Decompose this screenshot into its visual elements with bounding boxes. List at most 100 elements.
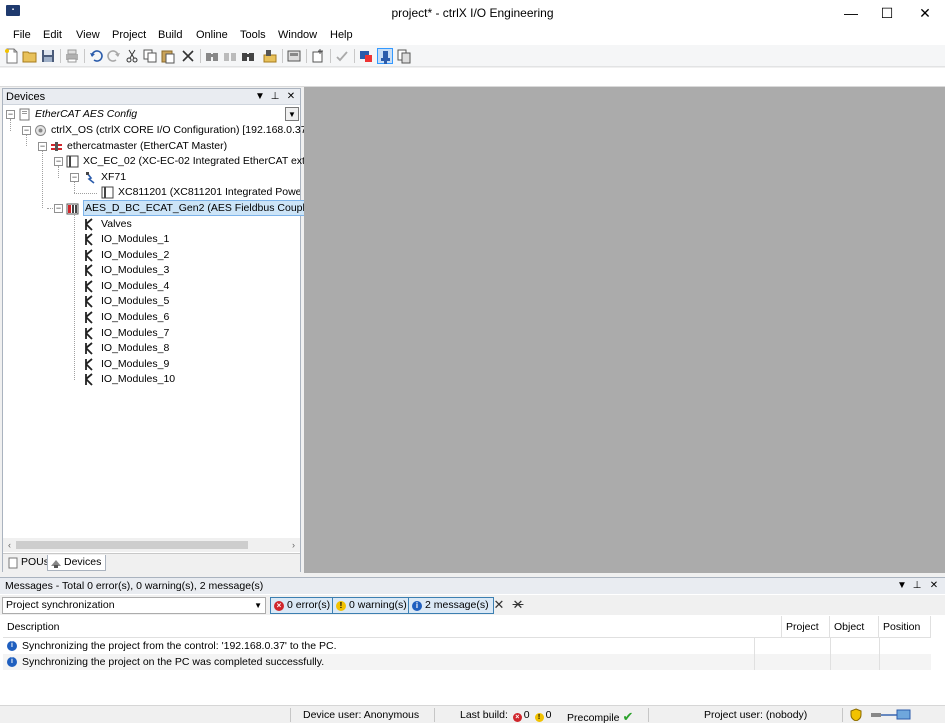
add-object-icon[interactable]	[310, 48, 326, 64]
devices-panel: Devices ▼ ⊥ ✕ ▼ − EtherCAT AES Config − …	[2, 88, 349, 572]
table-row[interactable]: i Synchronizing the project from the con…	[3, 638, 931, 654]
device-user-status: Device user: Anonymous	[303, 709, 420, 721]
scroll-right-icon[interactable]: ›	[287, 538, 300, 552]
compare-icon[interactable]	[396, 48, 412, 64]
delete-icon[interactable]	[180, 48, 196, 64]
tree-node-io-modules-6[interactable]: IO_Modules_6	[3, 310, 203, 325]
tree-node-valves[interactable]: Valves	[3, 217, 203, 232]
clear-all-messages-icon[interactable]: ✕	[510, 597, 526, 613]
messages-filter-button[interactable]: i 2 message(s)	[408, 597, 494, 614]
tree-node-io-modules-3[interactable]: IO_Modules_3	[3, 263, 203, 278]
ethercat-master-icon	[50, 140, 63, 153]
tree-node-io-modules-10[interactable]: IO_Modules_10	[3, 372, 203, 387]
minimize-button[interactable]: —	[832, 0, 870, 27]
tree-node-io-modules-7[interactable]: IO_Modules_7	[3, 326, 203, 341]
info-icon: i	[7, 641, 17, 651]
dropdown-arrow-icon[interactable]: ▼	[285, 107, 299, 121]
menu-project[interactable]: Project	[112, 29, 146, 41]
tree-node-io-modules-8[interactable]: IO_Modules_8	[3, 341, 203, 356]
tree-node-xc-ec-02[interactable]: − XC_EC_02 (XC-EC-02 Integrated EtherCAT…	[3, 154, 339, 169]
menu-file[interactable]: File	[13, 29, 31, 41]
build-icon[interactable]	[334, 48, 350, 64]
horizontal-scrollbar[interactable]: ‹ ›	[3, 538, 300, 552]
tab-pous[interactable]: POUs	[5, 555, 49, 571]
panel-close-icon[interactable]: ✕	[285, 90, 297, 103]
module-slot-icon	[83, 233, 96, 246]
security-shield-icon[interactable]	[850, 708, 862, 723]
save-icon[interactable]	[40, 48, 56, 64]
scroll-left-icon[interactable]: ‹	[3, 538, 16, 552]
tree-node-io-modules-4[interactable]: IO_Modules_4	[3, 279, 203, 294]
tree-node-xc811201[interactable]: XC811201 (XC811201 Integrated Power feed	[3, 185, 300, 200]
table-row[interactable]: i Synchronizing the project on the PC wa…	[3, 654, 931, 670]
connection-status-icon[interactable]	[870, 708, 912, 723]
panel-tabs: POUs Devices	[3, 553, 300, 572]
collapse-toggle[interactable]: −	[54, 157, 63, 166]
print-icon[interactable]	[64, 48, 80, 64]
redo-icon[interactable]	[106, 48, 122, 64]
menu-build[interactable]: Build	[158, 29, 182, 41]
copy-icon[interactable]	[142, 48, 158, 64]
cut-icon[interactable]	[124, 48, 140, 64]
checkmark-icon: ✔	[622, 709, 634, 723]
device-window-icon[interactable]	[286, 48, 302, 64]
fieldbus-coupler-icon	[66, 202, 79, 215]
tree-node-io-modules-1[interactable]: IO_Modules_1	[3, 232, 203, 247]
collapse-toggle[interactable]: −	[38, 142, 47, 151]
tree-node-ethercat-master[interactable]: − ethercatmaster (EtherCAT Master)	[3, 139, 293, 154]
menu-window[interactable]: Window	[278, 29, 317, 41]
close-window-button[interactable]: ✕	[906, 0, 944, 27]
tree-node-aes-coupler[interactable]: − AES_D_BC_ECAT_Gen2 (AES Fieldbus Coupl…	[3, 200, 349, 216]
collapse-toggle[interactable]: −	[70, 173, 79, 182]
module-slot-icon	[83, 373, 96, 386]
controller-icon	[34, 124, 47, 137]
undo-icon[interactable]	[88, 48, 104, 64]
new-project-icon[interactable]	[4, 48, 20, 64]
menu-online[interactable]: Online	[196, 29, 228, 41]
panel-close-icon[interactable]: ✕	[928, 579, 940, 592]
login-icon[interactable]	[358, 48, 374, 64]
scrollbar-thumb[interactable]	[16, 541, 248, 549]
tree-node-io-modules-2[interactable]: IO_Modules_2	[3, 248, 203, 263]
collapse-toggle[interactable]: −	[22, 126, 31, 135]
column-position[interactable]: Position	[879, 616, 931, 638]
find-next-icon[interactable]	[222, 48, 238, 64]
devices-panel-header: Devices ▼ ⊥ ✕	[3, 89, 300, 105]
column-project[interactable]: Project	[782, 616, 830, 638]
info-icon: i	[7, 657, 17, 667]
pin-icon[interactable]: ⊥	[269, 90, 281, 103]
online-mode-icon[interactable]	[377, 48, 393, 64]
info-icon: i	[412, 601, 422, 611]
messages-filter-bar: Project synchronization ▼ × 0 error(s) !…	[0, 595, 945, 615]
collapse-toggle[interactable]: −	[54, 204, 63, 213]
replace-icon[interactable]	[262, 48, 278, 64]
collapse-toggle[interactable]: −	[6, 110, 15, 119]
tree-node-xf71[interactable]: − XF71	[3, 170, 203, 185]
clear-messages-icon[interactable]: ✕	[491, 597, 507, 613]
open-project-icon[interactable]	[22, 48, 38, 64]
panel-menu-icon[interactable]: ▼	[254, 90, 266, 103]
errors-filter-button[interactable]: × 0 error(s)	[270, 597, 336, 614]
find-previous-icon[interactable]	[240, 48, 256, 64]
menu-view[interactable]: View	[76, 29, 100, 41]
pin-icon[interactable]: ⊥	[911, 579, 923, 592]
column-object[interactable]: Object	[830, 616, 879, 638]
tab-devices[interactable]: Devices	[47, 555, 107, 571]
tree-node-project[interactable]: − EtherCAT AES Config	[3, 107, 263, 122]
tree-node-ctrlx-os[interactable]: − ctrlX_OS (ctrlX CORE I/O Configuration…	[3, 123, 310, 138]
menu-help[interactable]: Help	[330, 29, 353, 41]
paste-icon[interactable]	[160, 48, 176, 64]
menu-tools[interactable]: Tools	[240, 29, 266, 41]
warnings-filter-button[interactable]: ! 0 warning(s)	[332, 597, 412, 614]
panel-menu-icon[interactable]: ▼	[896, 579, 908, 592]
find-icon[interactable]	[204, 48, 220, 64]
title-bar: ▪ project* - ctrlX I/O Engineering — ☐ ✕	[0, 0, 945, 27]
module-slot-icon	[83, 311, 96, 324]
menu-edit[interactable]: Edit	[43, 29, 62, 41]
tree-node-io-modules-9[interactable]: IO_Modules_9	[3, 357, 203, 372]
column-description[interactable]: Description	[3, 616, 782, 638]
messages-panel: Messages - Total 0 error(s), 0 warning(s…	[0, 577, 945, 705]
maximize-button[interactable]: ☐	[868, 0, 906, 27]
tree-node-io-modules-5[interactable]: IO_Modules_5	[3, 294, 203, 309]
message-category-select[interactable]: Project synchronization ▼	[2, 597, 266, 614]
